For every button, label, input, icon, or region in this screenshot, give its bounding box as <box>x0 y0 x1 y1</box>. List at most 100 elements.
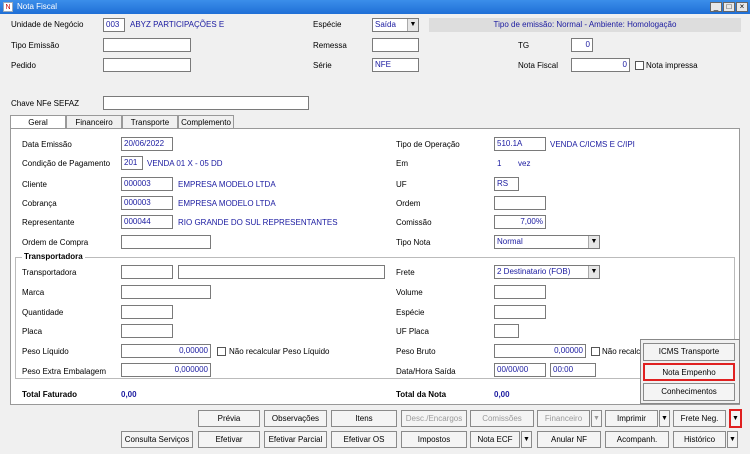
cliente-name: EMPRESA MODELO LTDA <box>178 180 276 189</box>
itens-button[interactable]: Itens <box>331 410 397 427</box>
serie-label: Série <box>313 61 332 70</box>
consulta-servicos-button[interactable]: Consulta Serviços <box>121 431 193 448</box>
tipo-emissao-field[interactable] <box>103 38 191 52</box>
unidade-name: ABYZ PARTICIPAÇÕES E <box>130 20 225 29</box>
comissao-label: Comissão <box>396 218 432 227</box>
efetivar-button[interactable]: Efetivar <box>198 431 260 448</box>
more-options-menu: ICMS Transporte Nota Empenho Conheciment… <box>640 339 740 404</box>
tipo-nota-select[interactable]: Normal ▼ <box>494 235 600 249</box>
pedido-label: Pedido <box>11 61 36 70</box>
volume-field[interactable] <box>494 285 546 299</box>
historico-dropdown-icon[interactable]: ▼ <box>727 431 738 448</box>
marca-field[interactable] <box>121 285 211 299</box>
marca-label: Marca <box>22 288 45 297</box>
total-nota-label: Total da Nota <box>396 390 447 399</box>
uf-label: UF <box>396 180 407 189</box>
quantidade-field[interactable] <box>121 305 173 319</box>
cond-pag-field[interactable]: 201 <box>121 156 143 170</box>
comissao-field[interactable]: 7,00% <box>494 215 546 229</box>
nota-fiscal-field[interactable]: 0 <box>571 58 630 72</box>
tab-complemento[interactable]: Complemento <box>178 115 234 129</box>
uf-field[interactable]: RS <box>494 177 519 191</box>
imprimir-button[interactable]: Imprimir <box>605 410 658 427</box>
efetivar-os-button[interactable]: Efetivar OS <box>331 431 397 448</box>
especie-select[interactable]: Saída ▼ <box>372 18 419 32</box>
financeiro-dropdown-icon[interactable]: ▼ <box>591 410 602 427</box>
peso-extra-field[interactable]: 0,000000 <box>121 363 211 377</box>
ordem-field[interactable] <box>494 196 546 210</box>
chevron-down-icon: ▼ <box>588 266 599 278</box>
peso-bruto-field[interactable]: 0,00000 <box>494 344 586 358</box>
representante-label: Representante <box>22 218 75 227</box>
peso-liquido-field[interactable]: 0,00000 <box>121 344 211 358</box>
minimize-button[interactable]: _ <box>710 2 722 12</box>
nota-ecf-button[interactable]: Nota ECF <box>470 431 520 448</box>
maximize-button[interactable]: □ <box>723 2 735 12</box>
hora-saida-field[interactable]: 00:00 <box>550 363 596 377</box>
app-icon: N <box>3 2 13 12</box>
conhecimentos-item[interactable]: Conhecimentos <box>643 383 735 401</box>
nao-recalc-liquido-checkbox[interactable] <box>217 347 226 356</box>
uf-placa-field[interactable] <box>494 324 519 338</box>
data-emissao-field[interactable]: 20/06/2022 <box>121 137 173 151</box>
cond-pag-label: Condição de Pagamento <box>22 159 111 168</box>
ordem-label: Ordem <box>396 199 421 208</box>
tipo-operacao-field[interactable]: 510.1A <box>494 137 546 151</box>
peso-extra-label: Peso Extra Embalagem <box>22 367 107 376</box>
financeiro-button[interactable]: Financeiro <box>537 410 590 427</box>
transportadora-code-field[interactable] <box>121 265 173 279</box>
representante-field[interactable]: 000044 <box>121 215 173 229</box>
chave-label: Chave NFe SEFAZ <box>11 99 80 108</box>
impostos-button[interactable]: Impostos <box>401 431 467 448</box>
tg-label: TG <box>518 41 530 50</box>
data-saida-field[interactable]: 00/00/00 <box>494 363 546 377</box>
previa-button[interactable]: Prévia <box>198 410 260 427</box>
historico-button[interactable]: Histórico <box>673 431 726 448</box>
frete-label: Frete <box>396 268 415 277</box>
serie-field[interactable]: NFE <box>372 58 419 72</box>
frete-neg-button[interactable]: Frete Neg. <box>673 410 726 427</box>
transportadora-name-field[interactable] <box>178 265 385 279</box>
tg-field[interactable]: 0 <box>571 38 593 52</box>
nota-impressa-checkbox[interactable] <box>635 61 644 70</box>
tipo-operacao-label: Tipo de Operação <box>396 140 460 149</box>
placa-field[interactable] <box>121 324 173 338</box>
cobranca-name: EMPRESA MODELO LTDA <box>178 199 276 208</box>
anular-nf-button[interactable]: Anular NF <box>537 431 601 448</box>
tab-geral[interactable]: Geral <box>10 115 66 129</box>
nota-ecf-dropdown-icon[interactable]: ▼ <box>521 431 532 448</box>
cliente-field[interactable]: 000003 <box>121 177 173 191</box>
especie-vol-field[interactable] <box>494 305 546 319</box>
acompanh-button[interactable]: Acompanh. <box>605 431 669 448</box>
tipo-emissao-info: Tipo de emissão: Normal - Ambiente: Homo… <box>429 18 741 32</box>
placa-label: Placa <box>22 327 43 336</box>
nao-recalc-bruto-checkbox[interactable] <box>591 347 600 356</box>
observacoes-button[interactable]: Observações <box>264 410 327 427</box>
icms-transporte-item[interactable]: ICMS Transporte <box>643 343 735 361</box>
frete-select[interactable]: 2 Destinatario (FOB) ▼ <box>494 265 600 279</box>
representante-name: RIO GRANDE DO SUL REPRESENTANTES <box>178 218 338 227</box>
desc-encargos-button[interactable]: Desc./Encargos <box>401 410 467 427</box>
imprimir-dropdown-icon[interactable]: ▼ <box>659 410 670 427</box>
cobranca-label: Cobrança <box>22 199 57 208</box>
uf-placa-label: UF Placa <box>396 327 429 336</box>
remessa-label: Remessa <box>313 41 347 50</box>
more-options-dropdown-icon[interactable]: ▼ <box>729 409 742 428</box>
ordem-compra-field[interactable] <box>121 235 211 249</box>
cobranca-field[interactable]: 000003 <box>121 196 173 210</box>
comissoes-button[interactable]: Comissões <box>470 410 534 427</box>
total-nota-value: 0,00 <box>494 390 510 399</box>
peso-bruto-label: Peso Bruto <box>396 347 436 356</box>
unidade-code-field[interactable]: 003 <box>103 18 125 32</box>
efetivar-parcial-button[interactable]: Efetivar Parcial <box>264 431 327 448</box>
especie-vol-label: Espécie <box>396 308 425 317</box>
close-button[interactable]: × <box>736 2 748 12</box>
tab-transporte[interactable]: Transporte <box>122 115 178 129</box>
tipo-nota-value: Normal <box>497 237 523 246</box>
pedido-field[interactable] <box>103 58 191 72</box>
chave-field[interactable] <box>103 96 309 110</box>
nota-empenho-item[interactable]: Nota Empenho <box>643 363 735 381</box>
tab-financeiro[interactable]: Financeiro <box>66 115 122 129</box>
especie-label: Espécie <box>313 20 342 29</box>
remessa-field[interactable] <box>372 38 419 52</box>
